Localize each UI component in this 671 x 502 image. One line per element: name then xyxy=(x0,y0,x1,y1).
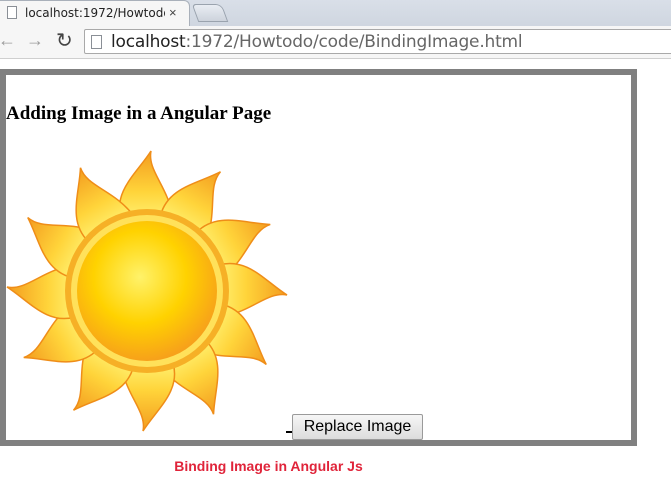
url-host: localhost xyxy=(111,32,186,52)
sun-image xyxy=(6,150,288,432)
tab-title: localhost:1972/Howtodo/c xyxy=(25,6,165,20)
new-tab-button[interactable] xyxy=(191,4,229,22)
url-text[interactable]: localhost:1972/Howtodo/code/BindingImage… xyxy=(111,32,523,52)
tab-strip: localhost:1972/Howtodo/c × xyxy=(0,0,671,26)
sun-icon xyxy=(6,150,288,432)
replace-image-button[interactable]: Replace Image xyxy=(292,414,423,440)
page-icon xyxy=(7,6,17,19)
address-bar[interactable]: localhost:1972/Howtodo/code/BindingImage… xyxy=(84,29,671,54)
close-tab-icon[interactable]: × xyxy=(169,5,177,20)
caption: Binding Image in Angular Js xyxy=(174,458,363,474)
back-icon[interactable]: ← xyxy=(0,30,16,51)
url-path: :1972/Howtodo/code/BindingImage.html xyxy=(185,32,523,52)
forward-icon[interactable]: → xyxy=(26,30,44,51)
page-title: Adding Image in a Angular Page xyxy=(6,103,272,124)
page-icon xyxy=(91,35,102,49)
reload-icon[interactable]: ↻ xyxy=(56,28,73,53)
browser-tab[interactable]: localhost:1972/Howtodo/c × xyxy=(0,0,190,26)
browser-toolbar: ← → ↻ localhost:1972/Howtodo/code/Bindin… xyxy=(0,26,671,59)
